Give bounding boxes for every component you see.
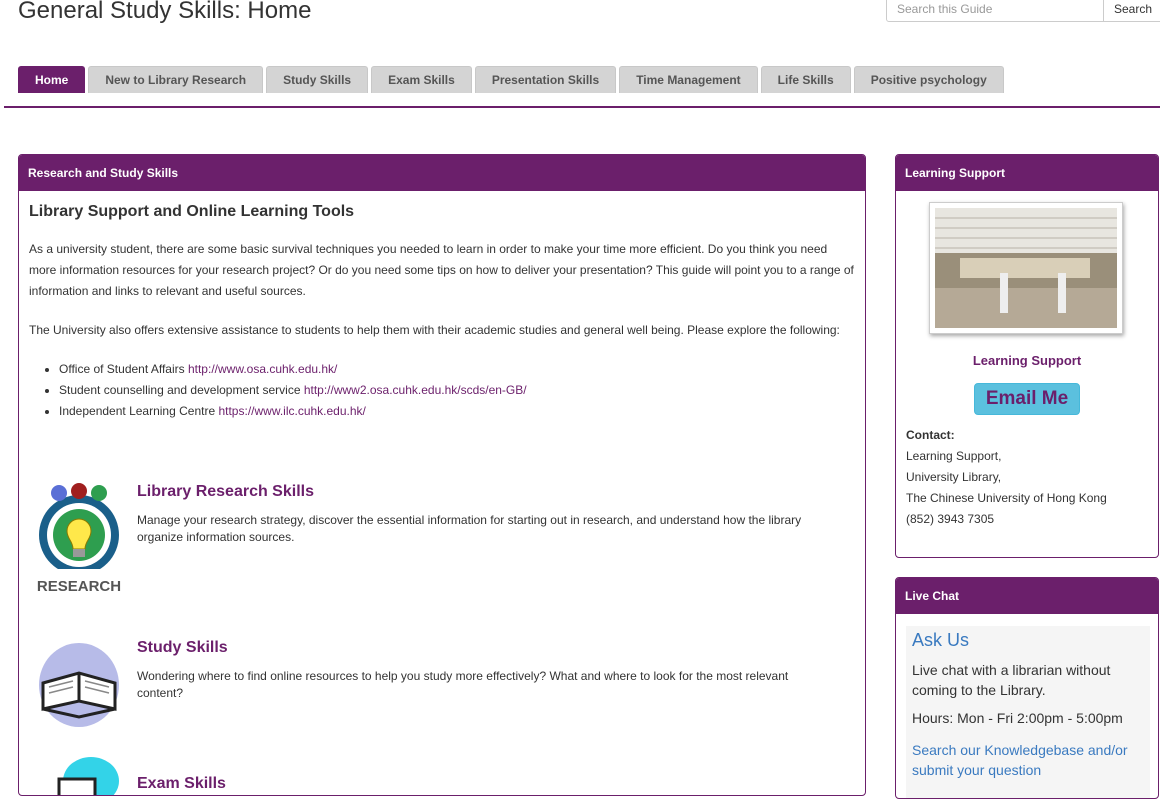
list-item: Student counselling and development serv… <box>59 380 855 401</box>
email-me-button[interactable]: Email Me <box>974 383 1080 415</box>
search-input[interactable] <box>886 0 1104 22</box>
box-content: Library Support and Online Learning Tool… <box>19 203 865 422</box>
tab-new-to-library-research[interactable]: New to Library Research <box>88 66 264 93</box>
research-icon[interactable]: RESEARCH <box>33 479 125 604</box>
intro-paragraph: As a university student, there are some … <box>29 242 854 298</box>
skill-title[interactable]: Exam Skills <box>137 775 226 793</box>
tab-life-skills[interactable]: Life Skills <box>760 66 851 93</box>
tab-positive-psychology[interactable]: Positive psychology <box>853 66 1004 93</box>
assistance-paragraph: The University also offers extensive ass… <box>29 323 840 337</box>
skill-title[interactable]: Study Skills <box>137 639 228 657</box>
guide-tabs: Home New to Library Research Study Skill… <box>18 66 1004 93</box>
learning-support-box: Learning Support Learning Support Email … <box>895 154 1159 558</box>
scds-link[interactable]: http://www2.osa.cuhk.edu.hk/scds/en-GB/ <box>304 383 527 397</box>
live-chat-box: Live Chat Ask Us Live chat with a librar… <box>895 577 1159 799</box>
skill-description: Wondering where to find online resources… <box>137 669 789 700</box>
box-header: Live Chat <box>896 578 1158 614</box>
box-header: Research and Study Skills <box>19 155 865 191</box>
knowledgebase-link[interactable]: Search our Knowledgebase and/or submit y… <box>912 740 1144 780</box>
tab-study-skills[interactable]: Study Skills <box>266 66 369 93</box>
exam-icon[interactable] <box>33 753 123 795</box>
tab-home[interactable]: Home <box>18 66 86 93</box>
chat-widget: Ask Us Live chat with a librarian withou… <box>906 626 1150 798</box>
osa-link[interactable]: http://www.osa.cuhk.edu.hk/ <box>188 362 337 376</box>
tab-presentation-skills[interactable]: Presentation Skills <box>474 66 617 93</box>
resource-list: Office of Student Affairs http://www.osa… <box>29 359 855 422</box>
chat-description: Live chat with a librarian without comin… <box>912 662 1111 698</box>
library-photo <box>929 202 1123 334</box>
box-header: Learning Support <box>896 155 1158 191</box>
contact-line: University Library, <box>906 470 1002 484</box>
contact-line: The Chinese University of Hong Kong <box>906 491 1107 505</box>
skill-description: Manage your research strategy, discover … <box>137 513 802 544</box>
svg-text:RESEARCH: RESEARCH <box>37 578 121 595</box>
tab-time-management[interactable]: Time Management <box>619 66 758 93</box>
contact-info: Contact: Learning Support, University Li… <box>906 425 1107 530</box>
list-item: Independent Learning Centre https://www.… <box>59 401 855 422</box>
skill-title[interactable]: Library Research Skills <box>137 483 314 501</box>
page-title: General Study Skills: Home <box>18 0 312 24</box>
contact-line: Learning Support, <box>906 449 1002 463</box>
book-icon[interactable] <box>33 639 123 734</box>
search-button[interactable]: Search <box>1104 0 1160 22</box>
box-title: Library Support and Online Learning Tool… <box>29 203 355 220</box>
tab-divider <box>4 106 1160 108</box>
ask-us-heading: Ask Us <box>912 630 970 650</box>
search-bar: Search <box>886 0 1160 22</box>
learning-support-name[interactable]: Learning Support <box>896 353 1158 368</box>
chat-hours: Hours: Mon - Fri 2:00pm - 5:00pm <box>912 710 1123 726</box>
ilc-link[interactable]: https://www.ilc.cuhk.edu.hk/ <box>218 404 365 418</box>
list-item: Office of Student Affairs http://www.osa… <box>59 359 855 380</box>
tab-exam-skills[interactable]: Exam Skills <box>371 66 472 93</box>
contact-phone: (852) 3943 7305 <box>906 512 995 526</box>
research-study-skills-box: Research and Study Skills Library Suppor… <box>18 154 866 796</box>
contact-label: Contact: <box>906 428 955 442</box>
